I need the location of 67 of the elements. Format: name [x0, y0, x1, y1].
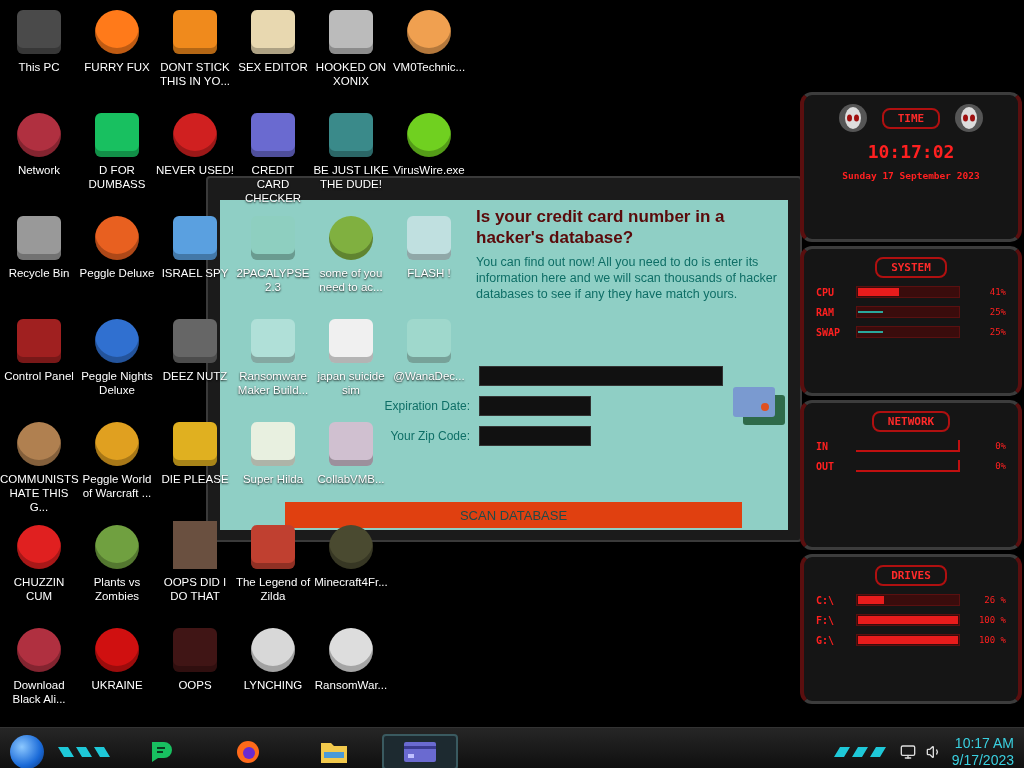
- clock-time: 10:17:02: [866, 141, 956, 162]
- panel-title: TIME: [881, 107, 941, 129]
- stat-label: G:\: [816, 634, 836, 646]
- field-label: Your Zip Code:: [389, 429, 470, 443]
- stat-label: IN: [816, 440, 830, 452]
- desktop-icon-label[interactable]: Peggle Deluxe: [78, 266, 156, 280]
- desktop-icon-label[interactable]: BE JUST LIKE THE DUDE!: [312, 163, 390, 191]
- stat-value: 100 %: [977, 635, 1006, 645]
- input-field[interactable]: [479, 366, 723, 386]
- desktop-icon-label[interactable]: CHUZZIN CUM: [0, 575, 78, 603]
- desktop-icon-label[interactable]: COMMUNISTS HATE THIS G...: [0, 472, 78, 514]
- clock-time: 10:17 AM: [954, 735, 1014, 752]
- desktop-icon-label[interactable]: D FOR DUMBASS: [78, 163, 156, 191]
- network-icon[interactable]: [899, 744, 916, 760]
- folder-icon: [320, 740, 348, 764]
- desktop-icon-label[interactable]: DONT STICK THIS IN YO...: [156, 60, 234, 88]
- dialog-description: You can find out now! All you need to do is enter its information here and we will scan thousands of hacker databases to see if any they have match yours.: [476, 254, 778, 302]
- stat-label: SWAP: [816, 326, 842, 338]
- desktop-icon-label[interactable]: SEX EDITOR: [234, 60, 312, 74]
- stat-value: 25%: [988, 327, 1006, 337]
- credit-card-icon: [403, 741, 437, 763]
- chat-app-icon: [149, 739, 175, 765]
- desktop-icon-label[interactable]: This PC: [0, 60, 78, 74]
- start-button[interactable]: [10, 735, 44, 768]
- stat-label: CPU: [816, 286, 836, 298]
- desktop-icon-label[interactable]: OOPS DID I DO THAT: [156, 575, 234, 603]
- desktop-icon-label[interactable]: RansomWar...: [312, 678, 390, 692]
- stat-value: 26 %: [983, 595, 1006, 605]
- desktop-icon-label[interactable]: Peggle Nights Deluxe: [78, 369, 156, 397]
- desktop-icon-label[interactable]: FURRY FUX: [78, 60, 156, 74]
- desktop-icon-label[interactable]: Minecraft4Fr...: [312, 575, 390, 589]
- desktop-icon-label[interactable]: LYNCHING: [234, 678, 312, 692]
- field-label: Expiration Date:: [383, 399, 470, 413]
- stat-label: C:\: [816, 594, 836, 606]
- stat-label: F:\: [816, 614, 836, 626]
- stat-label: RAM: [816, 306, 836, 318]
- stat-value: 0%: [994, 441, 1006, 451]
- desktop-icon-label[interactable]: NEVER USED!: [156, 163, 234, 177]
- stat-value: 25%: [988, 307, 1006, 317]
- stat-value: 0%: [994, 461, 1006, 471]
- alien-head-icon: [837, 103, 868, 133]
- panel-title: DRIVES: [875, 565, 947, 586]
- clock-date: Sunday 17 September 2023: [841, 170, 981, 181]
- desktop-icon-label[interactable]: Plants vs Zombies: [78, 575, 156, 603]
- panel-title: NETWORK: [871, 411, 951, 432]
- desktop-icon-label[interactable]: Recycle Bin: [0, 266, 78, 280]
- desktop-icon-label[interactable]: VirusWire.exe: [390, 163, 468, 177]
- taskbar-clock[interactable]: 10:17 AM 9/17/2023: [951, 735, 1014, 768]
- desktop-icon-label[interactable]: UKRAINE: [78, 678, 156, 692]
- desktop-icon-label[interactable]: VM0Technic...: [390, 60, 468, 74]
- alien-head-icon: [954, 103, 985, 133]
- dialog-heading: Is your credit card number in a hacker's database?: [476, 206, 726, 248]
- desktop-icon-label[interactable]: Peggle World of Warcraft ...: [78, 472, 156, 500]
- stat-value: 100 %: [977, 615, 1006, 625]
- credit-cards-drawing: [731, 385, 787, 427]
- panel-title: SYSTEM: [875, 257, 947, 278]
- desktop-icon-label[interactable]: Control Panel: [0, 369, 78, 383]
- stat-value: 41%: [988, 287, 1006, 297]
- desktop-icon-label[interactable]: The Legend of Zilda: [234, 575, 312, 603]
- clock-date: 9/17/2023: [951, 752, 1014, 768]
- desktop-icon-label[interactable]: Download Black Ali...: [0, 678, 78, 706]
- input-field[interactable]: [479, 396, 591, 416]
- input-field[interactable]: [479, 426, 591, 446]
- desktop-icon-label[interactable]: OOPS: [156, 678, 234, 692]
- desktop-icon-label[interactable]: Network: [0, 163, 78, 177]
- desktop-icon-label[interactable]: HOOKED ON XONIX: [312, 60, 390, 88]
- stat-label: OUT: [816, 460, 836, 472]
